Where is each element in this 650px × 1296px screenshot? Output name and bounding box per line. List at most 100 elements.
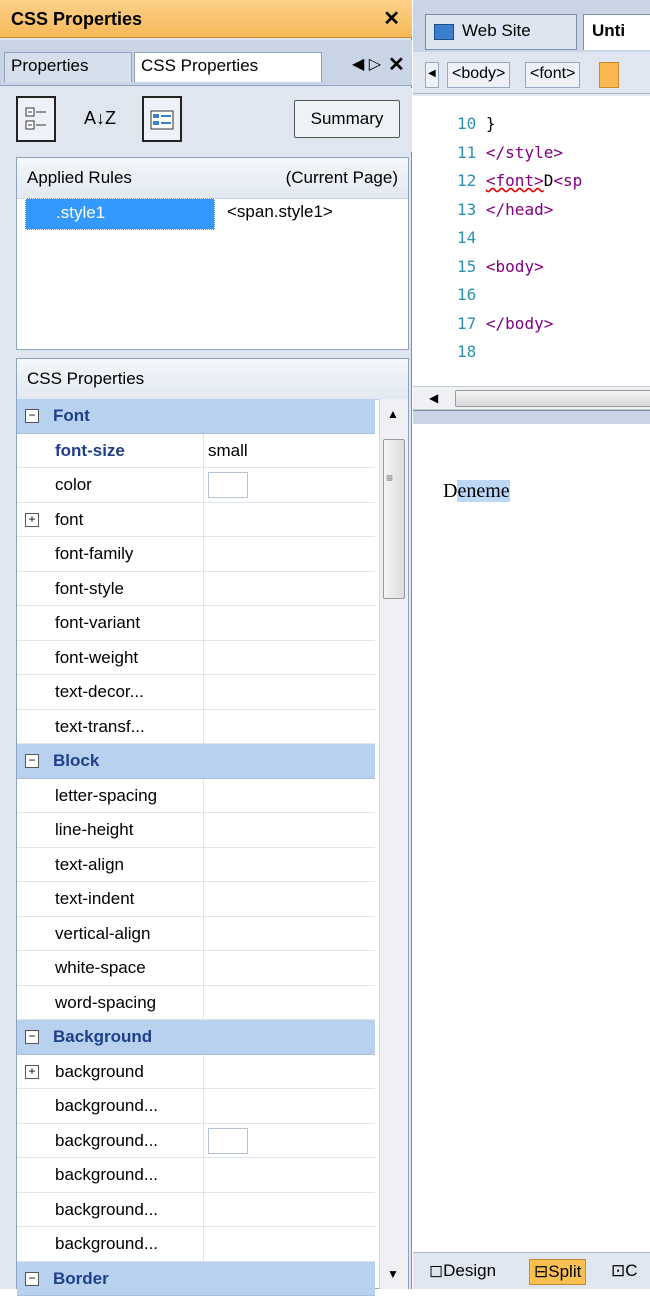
property-row[interactable]: word-spacing <box>17 986 375 1021</box>
property-value[interactable] <box>203 813 375 847</box>
code-line[interactable]: 17 </body> <box>457 314 553 333</box>
property-value[interactable] <box>203 572 375 606</box>
css-properties-header: CSS Properties <box>17 359 408 400</box>
color-swatch[interactable] <box>208 472 248 498</box>
property-row[interactable]: font-sizesmall <box>17 434 375 469</box>
collapse-icon[interactable]: − <box>25 754 39 768</box>
property-row[interactable]: color <box>17 468 375 503</box>
design-text[interactable]: Deneme <box>443 480 510 503</box>
property-value[interactable] <box>203 606 375 640</box>
close-icon[interactable]: ✕ <box>383 6 400 31</box>
category-row[interactable]: −Background <box>17 1020 375 1055</box>
design-view-button[interactable]: ◻Design <box>425 1259 500 1285</box>
scroll-thumb[interactable] <box>383 439 405 599</box>
property-row[interactable]: font-variant <box>17 606 375 641</box>
expand-icon[interactable]: + <box>25 1065 39 1079</box>
code-line[interactable]: 11 </style> <box>457 143 563 162</box>
property-row[interactable]: +background <box>17 1055 375 1090</box>
property-row[interactable]: text-indent <box>17 882 375 917</box>
property-row[interactable]: font-style <box>17 572 375 607</box>
close-tab-icon[interactable]: ✕ <box>388 52 405 77</box>
property-value[interactable] <box>203 951 375 985</box>
property-row[interactable]: text-decor... <box>17 675 375 710</box>
property-value[interactable] <box>203 468 375 502</box>
property-value[interactable] <box>203 1158 375 1192</box>
property-row[interactable]: letter-spacing <box>17 779 375 814</box>
property-row[interactable]: text-align <box>17 848 375 883</box>
property-row[interactable]: text-transf... <box>17 710 375 745</box>
collapse-icon[interactable]: − <box>25 1030 39 1044</box>
property-value[interactable] <box>203 917 375 951</box>
property-row[interactable]: background... <box>17 1158 375 1193</box>
property-value[interactable] <box>203 503 375 537</box>
horizontal-scroll-thumb[interactable] <box>455 390 650 407</box>
property-value[interactable] <box>203 710 375 744</box>
breadcrumb-font[interactable]: <font> <box>525 62 580 88</box>
property-value[interactable] <box>203 1055 375 1089</box>
code-view[interactable]: 10 } 11 </style> 12 <font>D<sp 13 </head> 14… <box>413 96 650 386</box>
property-row[interactable]: line-height <box>17 813 375 848</box>
sort-alphabetical-button[interactable]: A↓Z <box>80 96 120 142</box>
property-value[interactable] <box>203 848 375 882</box>
property-row[interactable]: font-weight <box>17 641 375 676</box>
code-line[interactable]: 15 <body> <box>457 257 544 276</box>
show-set-properties-button[interactable] <box>142 96 182 142</box>
code-line[interactable]: 13 </head> <box>457 200 553 219</box>
expand-icon[interactable]: + <box>25 513 39 527</box>
split-divider[interactable] <box>413 410 650 424</box>
property-row[interactable]: background... <box>17 1193 375 1228</box>
category-row[interactable]: −Font <box>17 399 375 434</box>
property-value[interactable]: small <box>203 434 375 468</box>
property-row[interactable]: font-family <box>17 537 375 572</box>
category-row[interactable]: −Border <box>17 1262 375 1296</box>
categorized-button[interactable] <box>16 96 56 142</box>
color-swatch[interactable] <box>208 1128 248 1154</box>
property-value[interactable] <box>203 537 375 571</box>
tab-web-site[interactable]: Web Site <box>425 14 577 50</box>
property-row[interactable]: background... <box>17 1089 375 1124</box>
breadcrumb-left-icon[interactable]: ◀ <box>425 62 439 88</box>
tab-scroll-arrows-icon[interactable]: ◀ ▷ <box>352 54 381 74</box>
property-value[interactable] <box>203 1193 375 1227</box>
split-view-button[interactable]: ⊟Split <box>529 1259 586 1285</box>
summary-button[interactable]: Summary <box>294 100 400 138</box>
scroll-left-icon[interactable]: ◀ <box>429 391 438 405</box>
collapse-icon[interactable]: − <box>25 1272 39 1286</box>
property-value[interactable] <box>203 779 375 813</box>
vertical-scrollbar[interactable]: ▲ ≡ ▼ <box>379 399 408 1289</box>
tab-css-properties[interactable]: CSS Properties <box>134 52 322 82</box>
collapse-icon[interactable]: − <box>25 409 39 423</box>
property-row[interactable]: +font <box>17 503 375 538</box>
property-value[interactable] <box>203 1089 375 1123</box>
property-row[interactable]: background... <box>17 1124 375 1159</box>
property-value[interactable] <box>203 675 375 709</box>
property-value[interactable] <box>203 986 375 1020</box>
breadcrumb-body[interactable]: <body> <box>447 62 510 88</box>
property-value[interactable] <box>203 1124 375 1158</box>
property-value[interactable] <box>203 882 375 916</box>
scroll-up-icon[interactable]: ▲ <box>387 407 399 421</box>
scroll-down-icon[interactable]: ▼ <box>387 1267 399 1281</box>
tab-properties[interactable]: Properties <box>4 52 132 82</box>
applied-rule-row[interactable]: .style1 <span.style1> <box>17 198 408 230</box>
property-value[interactable] <box>203 1227 375 1261</box>
horizontal-scrollbar[interactable]: ◀ <box>413 386 650 410</box>
code-view-button[interactable]: ⊡C <box>607 1259 642 1285</box>
property-row[interactable]: background... <box>17 1227 375 1262</box>
category-row[interactable]: −Block <box>17 744 375 779</box>
property-row[interactable]: white-space <box>17 951 375 986</box>
rule-element[interactable]: <span.style1> <box>227 202 333 222</box>
panel-title-bar[interactable]: CSS Properties ✕ <box>0 0 412 38</box>
code-line[interactable]: 12 <font>D<sp <box>457 171 582 190</box>
rule-selector[interactable]: .style1 <box>25 198 215 230</box>
property-value[interactable] <box>203 641 375 675</box>
tab-untitled[interactable]: Unti <box>583 14 650 50</box>
code-line[interactable]: 18 <box>457 342 486 361</box>
design-view[interactable]: Deneme <box>413 424 650 1252</box>
design-text-selected-span[interactable]: eneme <box>457 480 509 502</box>
property-row[interactable]: vertical-align <box>17 917 375 952</box>
code-line[interactable]: 10 } <box>457 114 496 133</box>
code-line[interactable]: 14 <box>457 228 486 247</box>
breadcrumb-span[interactable] <box>599 62 619 88</box>
code-line[interactable]: 16 <box>457 285 486 304</box>
